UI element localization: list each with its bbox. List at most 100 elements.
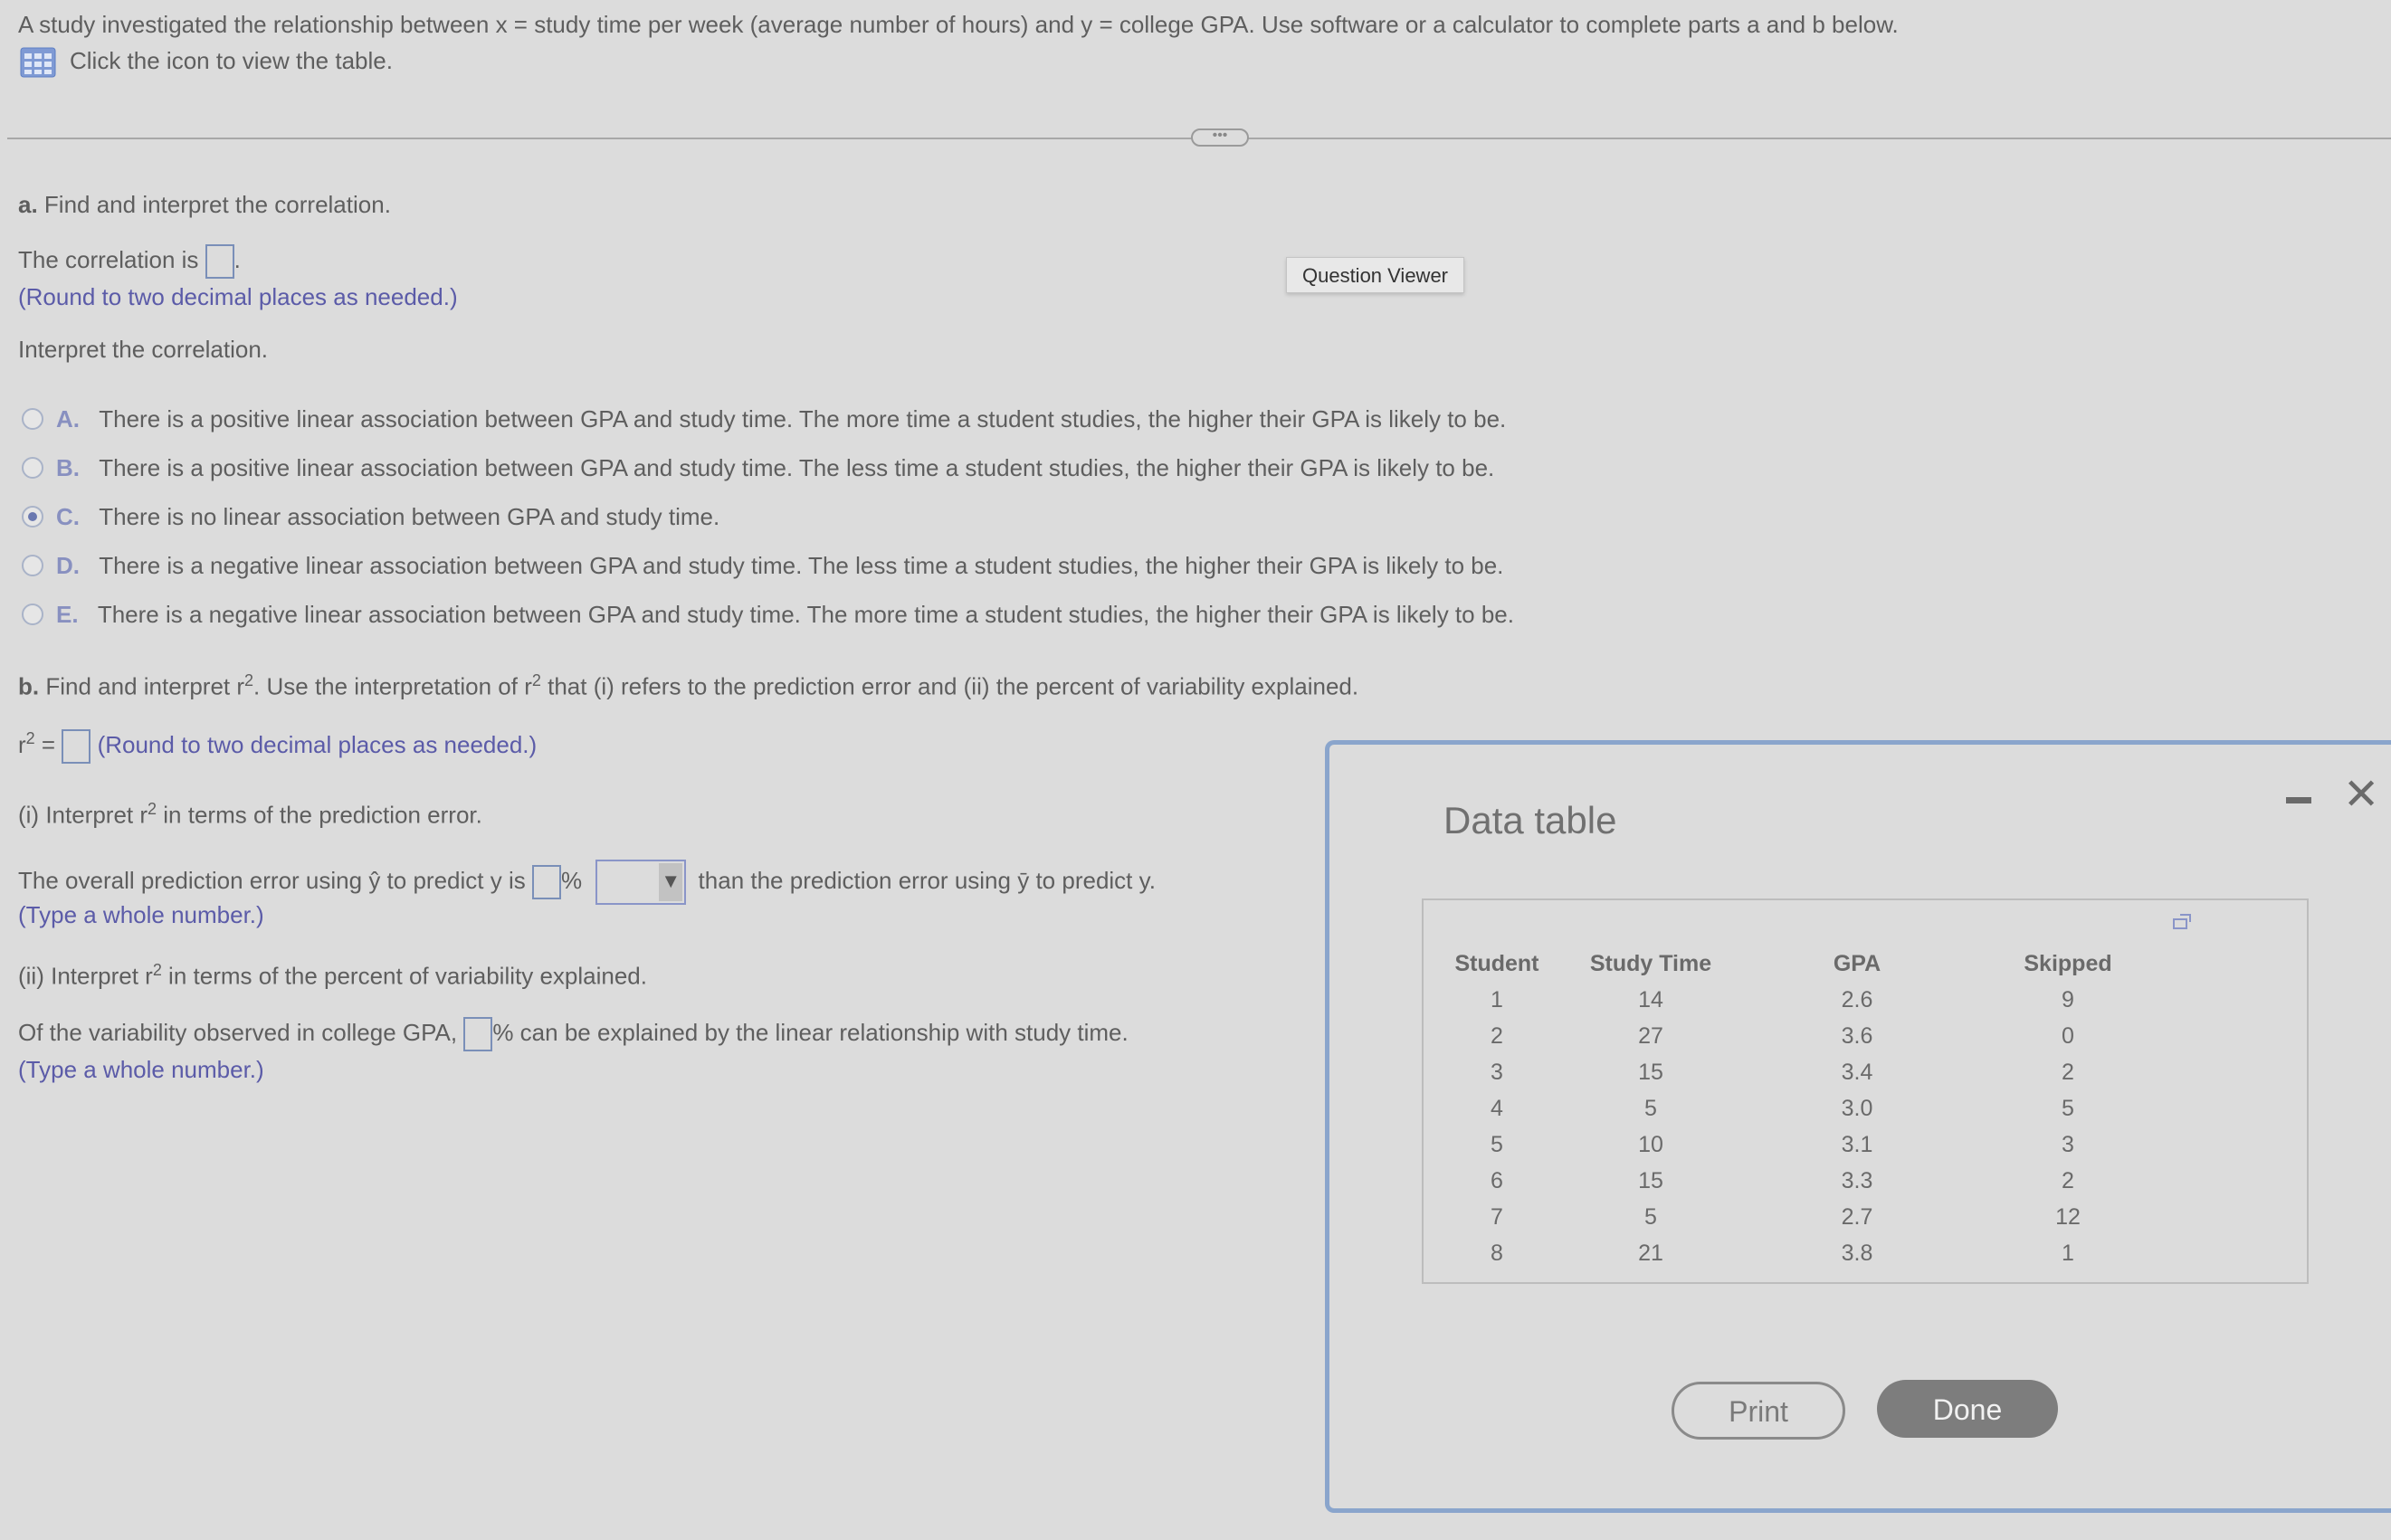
r2-input[interactable]: [62, 729, 91, 764]
variability-percent-input[interactable]: [463, 1017, 493, 1051]
part-b-label: b.: [18, 672, 40, 700]
expand-icon[interactable]: [2173, 914, 2191, 929]
table-row: 1 14 2.6 9: [1436, 982, 2166, 1018]
table-cell: 8: [1491, 1240, 1503, 1266]
table-cell: 3.4: [1841, 1059, 1873, 1085]
prediction-error-percent-input[interactable]: [531, 865, 561, 899]
option-e[interactable]: E. There is a negative linear associatio…: [56, 601, 1514, 629]
print-button[interactable]: Print: [1672, 1382, 1845, 1440]
option-a[interactable]: A. There is a positive linear associatio…: [56, 405, 1506, 433]
option-a-radio[interactable]: [22, 408, 43, 430]
table-row: 5 10 3.1 3: [1436, 1126, 2166, 1163]
table-cell: 15: [1638, 1167, 1663, 1193]
table-icon[interactable]: [20, 47, 56, 78]
option-d[interactable]: D. There is a negative linear associatio…: [56, 552, 1503, 580]
view-table-link[interactable]: Click the icon to view the table.: [70, 47, 393, 75]
r2-round-hint: (Round to two decimal places as needed.): [97, 730, 538, 758]
dropdown-arrow-icon: ▼: [659, 863, 683, 901]
variability-line: Of the variability observed in college G…: [18, 1017, 1129, 1051]
comparison-dropdown[interactable]: ▼: [595, 860, 687, 905]
part-b-title-1: Find and interpret r: [45, 672, 245, 700]
divider-handle[interactable]: •••: [1191, 128, 1249, 147]
option-c[interactable]: C. There is no linear association betwee…: [56, 503, 719, 531]
close-icon[interactable]: ✕: [2343, 774, 2379, 817]
y-hat-symbol: ŷ: [368, 866, 381, 894]
table-cell: 9: [2062, 986, 2074, 1012]
part-b-ii-prompt: (ii) Interpret r2 in terms of the percen…: [18, 961, 647, 991]
var-sentence-2: % can be explained by the linear relatio…: [492, 1018, 1129, 1046]
table-cell: 2: [2062, 1059, 2074, 1085]
y-bar-symbol: ȳ: [1017, 866, 1030, 894]
part-b-i-prompt-1: (i) Interpret r: [18, 801, 148, 829]
percent-sign: %: [560, 866, 583, 894]
table-cell: 3: [2062, 1131, 2074, 1157]
pred-sentence-3: than the prediction error using: [698, 866, 1011, 894]
pred-sentence-4: to predict y.: [1035, 866, 1156, 894]
variability-hint: (Type a whole number.): [18, 1056, 264, 1083]
correlation-line: The correlation is .: [18, 244, 241, 279]
minimize-icon[interactable]: [2286, 797, 2311, 803]
option-b-text: There is a positive linear association b…: [99, 454, 1495, 481]
table-cell: 1: [1491, 986, 1503, 1012]
option-d-radio[interactable]: [22, 555, 43, 576]
column-header-student: Student: [1454, 950, 1539, 976]
table-cell: 5: [2062, 1095, 2074, 1121]
option-a-letter: A.: [56, 405, 80, 433]
correlation-round-hint: (Round to two decimal places as needed.): [18, 283, 458, 310]
superscript: 2: [25, 729, 35, 748]
correlation-prefix: The correlation is: [18, 245, 199, 273]
table-cell: 3.6: [1841, 1022, 1873, 1049]
pred-sentence-2: to predict y is: [386, 866, 526, 894]
table-cell: 3.8: [1841, 1240, 1873, 1266]
option-e-radio[interactable]: [22, 604, 43, 625]
table-row: 4 5 3.0 5: [1436, 1090, 2166, 1126]
table-cell: 14: [1638, 986, 1663, 1012]
table-cell: 7: [1491, 1203, 1503, 1230]
table-cell: 27: [1638, 1022, 1663, 1049]
superscript: 2: [531, 671, 541, 689]
table-cell: 5: [1644, 1095, 1657, 1121]
done-button[interactable]: Done: [1877, 1380, 2058, 1438]
correlation-input[interactable]: [205, 244, 234, 279]
column-header-skipped: Skipped: [2024, 950, 2112, 976]
question-viewer-button[interactable]: Question Viewer: [1286, 257, 1464, 293]
table-cell: 0: [2062, 1022, 2074, 1049]
data-table-dialog: Data table ✕ Student Study Time GPA Skip…: [1325, 740, 2391, 1513]
table-cell: 3.3: [1841, 1167, 1873, 1193]
option-b-letter: B.: [56, 454, 80, 481]
option-c-text: There is no linear association between G…: [99, 503, 720, 530]
part-a-heading: a. Find and interpret the correlation.: [18, 191, 391, 219]
data-table: Student Study Time GPA Skipped 1 14 2.6 9 2…: [1436, 946, 2166, 1271]
table-cell: 10: [1638, 1131, 1663, 1157]
option-e-text: There is a negative linear association b…: [97, 601, 1514, 628]
option-c-letter: C.: [56, 503, 80, 530]
dialog-title: Data table: [1443, 799, 1617, 841]
part-a-title: Find and interpret the correlation.: [43, 191, 391, 218]
correlation-suffix: .: [233, 245, 241, 273]
table-cell: 2: [2062, 1167, 2074, 1193]
part-a-label: a.: [18, 191, 38, 218]
superscript: 2: [244, 671, 254, 689]
table-cell: 5: [1644, 1203, 1657, 1230]
table-cell: 21: [1638, 1240, 1663, 1266]
table-cell: 15: [1638, 1059, 1663, 1085]
table-row: 3 15 3.4 2: [1436, 1054, 2166, 1090]
table-cell: 5: [1491, 1131, 1503, 1157]
option-d-text: There is a negative linear association b…: [99, 552, 1504, 579]
pred-sentence-1: The overall prediction error using: [18, 866, 363, 894]
table-cell: 3.1: [1841, 1131, 1873, 1157]
superscript: 2: [152, 961, 162, 979]
table-row: 7 5 2.7 12: [1436, 1199, 2166, 1235]
option-b[interactable]: B. There is a positive linear associatio…: [56, 454, 1494, 482]
table-cell: 2.6: [1841, 986, 1873, 1012]
table-cell: 1: [2062, 1240, 2074, 1266]
option-b-radio[interactable]: [22, 457, 43, 479]
superscript: 2: [148, 800, 157, 818]
part-b-i-prompt-2: in terms of the prediction error.: [157, 801, 482, 829]
interpret-prompt: Interpret the correlation.: [18, 336, 269, 363]
option-c-radio[interactable]: [22, 506, 43, 528]
table-cell: 12: [2055, 1203, 2081, 1230]
table-cell: 6: [1491, 1167, 1503, 1193]
option-e-letter: E.: [56, 601, 79, 628]
part-b-i-prompt: (i) Interpret r2 in terms of the predict…: [18, 800, 482, 830]
